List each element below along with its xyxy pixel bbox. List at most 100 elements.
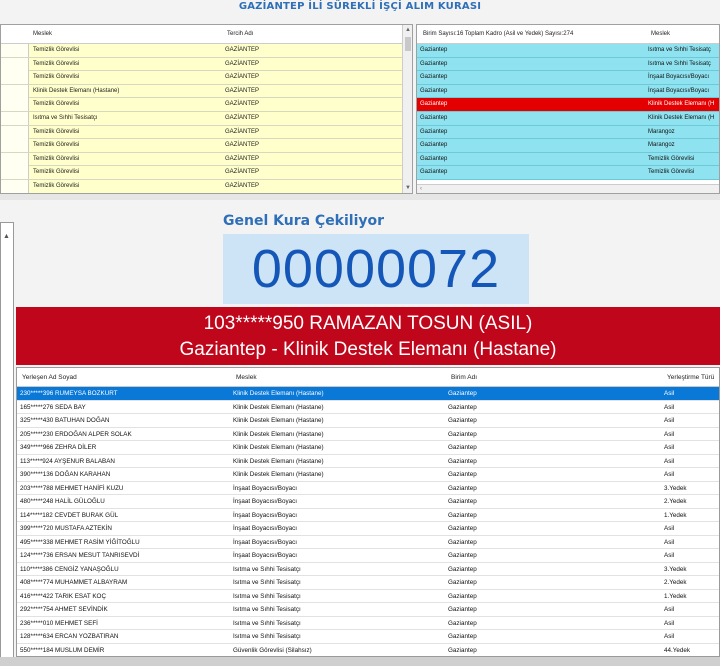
cell-tur: Asil <box>664 633 675 640</box>
table-row[interactable]: 416*****422 TARIK ESAT KOÇ Isıtma ve Sıhh… <box>17 589 719 603</box>
table-row[interactable]: Temizlik Görevlisi GAZİANTEP <box>1 152 403 167</box>
row-header-cell[interactable] <box>1 98 29 112</box>
cell-tercih: GAZİANTEP <box>225 114 260 121</box>
unit-grid[interactable]: Birim Sayısı:16 Toplam Kadro (Asil ve Ye… <box>416 24 720 194</box>
cell-meslek: Temizlik Görevlisi <box>33 47 80 53</box>
table-row[interactable]: Temizlik Görevlisi GAZİANTEP <box>1 139 403 153</box>
table-row[interactable]: Gaziantep Isıtma ve Sıhhi Tesisatç <box>417 57 719 72</box>
winner-banner: 103*****950 RAMAZAN TOSUN (ASIL) Gaziant… <box>16 307 720 365</box>
cell-ad-soyad: 399*****720 MUSTAFA AZTEKİN <box>20 525 112 532</box>
column-header-birim[interactable]: Birim Adı <box>451 368 477 387</box>
table-row[interactable]: 110*****386 CENGİZ YANAŞOĞLU Isıtma ve Sı… <box>17 562 719 576</box>
page-title: GAZİANTEP İLİ SÜREKLİ İŞÇİ ALIM KURASI <box>238 1 482 12</box>
table-row[interactable]: Gaziantep Isıtma ve Sıhhi Tesisatç <box>417 44 719 58</box>
column-header-meslek[interactable]: Meslek <box>33 25 52 44</box>
table-row[interactable]: 480*****248 HALİL GÜLOĞLU İnşaat Boyacısı… <box>17 495 719 509</box>
table-row[interactable]: Gaziantep Klinik Destek Elemanı (H <box>417 98 719 112</box>
table-row[interactable]: 236*****010 MEHMET SEFİ Isıtma ve Sıhhi T… <box>17 616 719 630</box>
row-header-cell[interactable] <box>1 139 29 153</box>
cell-ad-soyad: 113*****924 AYŞENUR BALABAN <box>20 457 115 465</box>
row-header-cell[interactable] <box>1 166 29 180</box>
table-row[interactable]: Gaziantep Marangoz <box>417 139 719 153</box>
table-row[interactable]: 408*****774 MUHAMMET ALBAYRAM Isıtma ve S… <box>17 576 719 590</box>
column-header-meslek[interactable]: Meslek <box>651 25 670 44</box>
table-row[interactable]: Temizlik Görevlisi GAZİANTEP <box>1 44 403 58</box>
unit-grid-rows: Gaziantep Isıtma ve Sıhhi Tesisatç Gaziant… <box>417 44 719 180</box>
cell-tercih: GAZİANTEP <box>225 87 260 94</box>
table-row[interactable]: Isıtma ve Sıhhi Tesisatçı GAZİANTEP <box>1 111 403 126</box>
row-header-cell[interactable] <box>1 71 29 85</box>
table-row[interactable]: 292*****754 AHMET SEVİNDİK Isıtma ve Sıhh… <box>17 603 719 617</box>
table-row[interactable]: Gaziantep Klinik Destek Elemanı (H <box>417 111 719 126</box>
column-header-birim[interactable]: Birim Sayısı:16 Toplam Kadro (Asil ve Ye… <box>423 25 573 44</box>
preference-grid[interactable]: Meslek Tercih Adı Temizlik Görevlisi GAZİ… <box>0 24 413 194</box>
cell-birim: Gaziantep <box>448 457 477 465</box>
table-row[interactable]: Gaziantep İnşaat Boyacısı/Boyacı <box>417 71 719 85</box>
cell-tur: Asil <box>664 471 675 478</box>
row-header-cell[interactable] <box>1 125 29 139</box>
table-row[interactable]: 495*****338 MEHMET RASİM YİĞİTOĞLU İnşaat… <box>17 535 719 549</box>
row-header-cell[interactable] <box>1 152 29 166</box>
table-row[interactable]: 203*****788 MEHMET HANİFİ KUZU İnşaat Boy… <box>17 481 719 495</box>
table-row[interactable]: Gaziantep Temizlik Görevlisi <box>417 152 719 167</box>
cell-tur: 2.Yedek <box>664 579 687 586</box>
table-row[interactable]: Klinik Destek Elemanı (Hastane) GAZİANTEP <box>1 84 403 99</box>
cell-birim: Gaziantep <box>448 417 477 424</box>
table-row[interactable]: Temizlik Görevlisi GAZİANTEP <box>1 98 403 112</box>
column-header-meslek[interactable]: Meslek <box>236 368 257 387</box>
table-row[interactable]: 390*****136 DOĞAN KARAHAN Klinik Destek E… <box>17 468 719 482</box>
cell-birim: Gaziantep <box>448 579 477 586</box>
cell-meslek: Temizlik Görevlisi <box>33 128 80 135</box>
cell-birim: Gaziantep <box>420 155 448 162</box>
scroll-thumb[interactable] <box>405 37 411 51</box>
cell-birim: Gaziantep <box>448 444 477 451</box>
column-header-tercih[interactable]: Tercih Adı <box>227 25 253 44</box>
table-row[interactable]: Gaziantep İnşaat Boyacısı/Boyacı <box>417 84 719 99</box>
cell-ad-soyad: 124*****736 ERSAN MESUT TANRISEVDİ <box>20 552 140 559</box>
cell-meslek: Temizlik Görevlisi <box>33 60 80 67</box>
cell-tur: 3.Yedek <box>664 565 687 573</box>
scroll-left-icon[interactable]: ‹ <box>420 186 422 192</box>
cell-tercih: GAZİANTEP <box>225 47 260 53</box>
table-row[interactable]: 114*****182 CEVDET BURAK GÜL İnşaat Boyac… <box>17 508 719 522</box>
cell-tercih: GAZİANTEP <box>225 142 260 149</box>
scroll-up-icon[interactable]: ▲ <box>403 25 412 35</box>
table-row[interactable]: 550*****184 MUSLUM DEMİR Güvenlik Görevli… <box>17 643 719 656</box>
row-header-cell[interactable] <box>1 84 29 98</box>
row-header-cell[interactable] <box>1 179 29 193</box>
row-header-cell[interactable] <box>1 111 29 125</box>
cell-birim: Gaziantep <box>420 101 448 108</box>
placement-grid[interactable]: Yerleşen Ad Soyad Meslek Birim Adı Yerle… <box>16 367 720 657</box>
side-scroll-panel[interactable]: ▲ <box>0 222 14 666</box>
horizontal-scrollbar[interactable]: ‹ <box>417 184 719 193</box>
table-row[interactable]: 124*****736 ERSAN MESUT TANRISEVDİ İnşaat… <box>17 549 719 563</box>
table-row[interactable]: 128*****634 ERCAN YOZBATIRAN Isıtma ve Sı… <box>17 630 719 644</box>
cell-ad-soyad: 205*****230 ERDOĞAN ALPER SOLAK <box>20 430 132 438</box>
table-row[interactable]: 399*****720 MUSTAFA AZTEKİN İnşaat Boyacı… <box>17 522 719 536</box>
cell-ad-soyad: 480*****248 HALİL GÜLOĞLU <box>20 498 105 505</box>
table-row[interactable]: 165*****276 SEDA BAY Klinik Destek Eleman… <box>17 400 719 414</box>
table-row[interactable]: 230*****396 RUMEYSA BOZKURT Klinik Destek… <box>17 387 719 401</box>
table-row[interactable]: Temizlik Görevlisi GAZİANTEP <box>1 57 403 72</box>
table-row[interactable]: 205*****230 ERDOĞAN ALPER SOLAK Klinik De… <box>17 427 719 441</box>
column-header-tur[interactable]: Yerleştirme Türü <box>667 368 714 387</box>
vertical-scrollbar[interactable]: ▲ ▼ <box>402 25 412 193</box>
row-header-cell[interactable] <box>1 57 29 71</box>
table-row[interactable]: 113*****924 AYŞENUR BALABAN Klinik Destek… <box>17 454 719 468</box>
column-header-ad-soyad[interactable]: Yerleşen Ad Soyad <box>22 368 77 387</box>
table-row[interactable]: 349*****966 ZEHRA DİLER Klinik Destek Ele… <box>17 441 719 455</box>
table-row[interactable]: Gaziantep Temizlik Görevlisi <box>417 166 719 180</box>
table-row[interactable]: 325*****430 BATUHAN DOĞAN Klinik Destek E… <box>17 414 719 428</box>
table-row[interactable]: Gaziantep Marangoz <box>417 125 719 140</box>
row-header-cell[interactable] <box>1 44 29 57</box>
scroll-down-icon[interactable]: ▼ <box>403 183 412 193</box>
table-row[interactable]: Temizlik Görevlisi GAZİANTEP <box>1 166 403 180</box>
table-row[interactable]: Temizlik Görevlisi GAZİANTEP <box>1 125 403 140</box>
scroll-up-icon[interactable]: ▲ <box>3 233 11 243</box>
table-row[interactable]: Temizlik Görevlisi GAZİANTEP <box>1 179 403 193</box>
cell-ad-soyad: 325*****430 BATUHAN DOĞAN <box>20 417 110 424</box>
table-row[interactable]: Temizlik Görevlisi GAZİANTEP <box>1 71 403 85</box>
cell-tercih: GAZİANTEP <box>225 101 260 108</box>
cell-birim: Gaziantep <box>420 128 448 135</box>
cell-ad-soyad: 165*****276 SEDA BAY <box>20 403 86 411</box>
